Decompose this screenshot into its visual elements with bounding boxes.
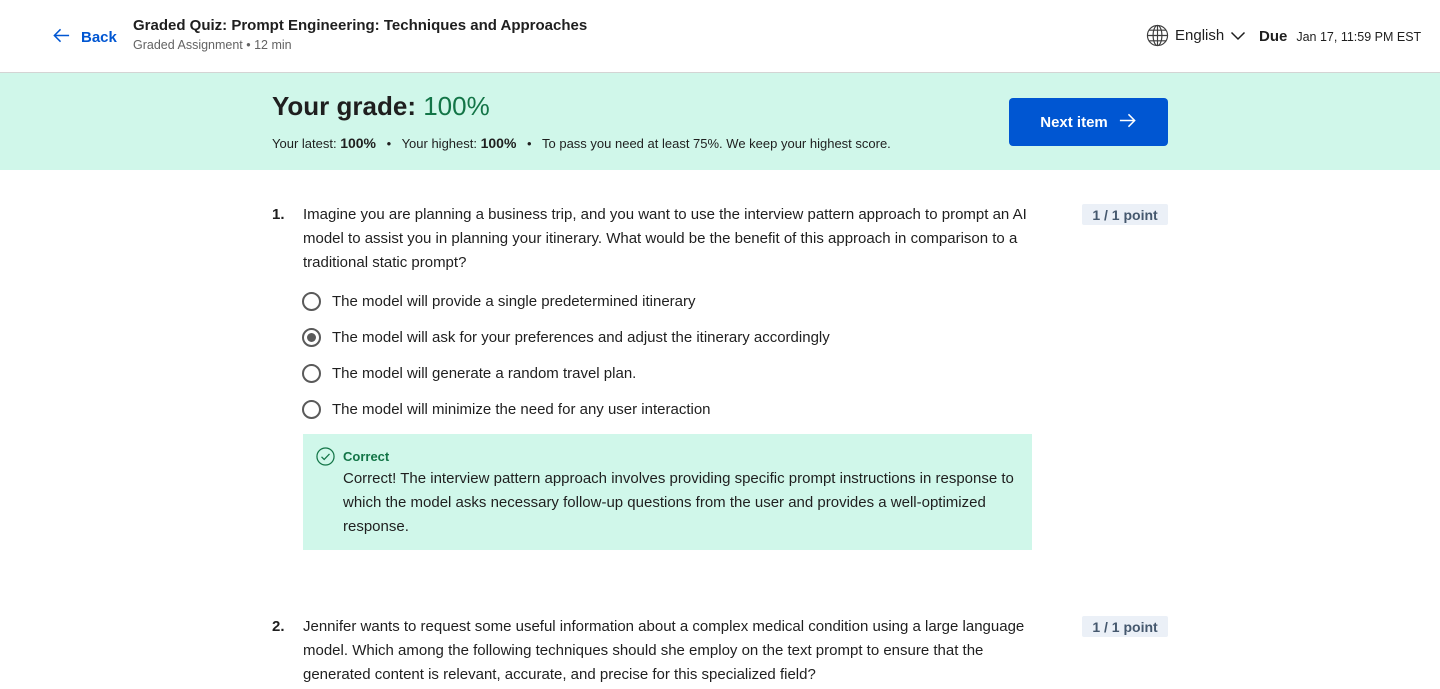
question-1-text: Imagine you are planning a business trip…: [303, 206, 1027, 271]
grade-meta: Your latest: 100% • Your highest: 100% •…: [272, 135, 891, 151]
next-item-button[interactable]: Next item: [1009, 98, 1168, 146]
next-item-label: Next item: [1040, 113, 1108, 131]
question-1-feedback: Correct Correct! The interview pattern a…: [303, 434, 1032, 550]
radio-button[interactable]: [302, 400, 321, 419]
feedback-text: Correct! The interview pattern approach …: [343, 470, 1014, 535]
radio-button-selected[interactable]: [302, 328, 321, 347]
radio-button[interactable]: [302, 292, 321, 311]
grade-heading: Your grade: 100%: [272, 91, 490, 122]
option-label: The model will ask for your preferences …: [332, 329, 830, 346]
question-1-option-3[interactable]: The model will generate a random travel …: [302, 364, 636, 383]
question-1-option-4[interactable]: The model will minimize the need for any…: [302, 400, 711, 419]
check-circle-icon: [316, 447, 335, 466]
question-1-option-2[interactable]: The model will ask for your preferences …: [302, 328, 830, 347]
back-button[interactable]: Back: [52, 26, 117, 49]
option-label: The model will minimize the need for any…: [332, 401, 711, 418]
globe-icon: [1146, 24, 1169, 47]
question-1-number: 1.: [272, 206, 285, 223]
question-1-points: 1 / 1 point: [1082, 204, 1168, 225]
quiz-title: Graded Quiz: Prompt Engineering: Techniq…: [133, 17, 588, 34]
latest-label: Your latest:: [272, 136, 341, 151]
question-2-number: 2.: [272, 618, 285, 635]
grade-label: Your grade:: [272, 91, 424, 121]
question-1-option-1[interactable]: The model will provide a single predeter…: [302, 292, 696, 311]
question-2-points: 1 / 1 point: [1082, 616, 1168, 637]
grade-value: 100%: [423, 91, 490, 121]
arrow-right-icon: [1118, 111, 1137, 134]
back-label: Back: [81, 29, 117, 46]
grade-banner: Your grade: 100% Your latest: 100% • You…: [0, 73, 1440, 170]
top-header: Back Graded Quiz: Prompt Engineering: Te…: [0, 0, 1440, 73]
language-selector[interactable]: English: [1146, 24, 1246, 47]
due-info: Due Jan 17, 11:59 PM EST: [1259, 28, 1421, 45]
latest-value: 100%: [340, 135, 376, 151]
language-label: English: [1175, 27, 1225, 44]
highest-label: Your highest:: [401, 136, 481, 151]
option-label: The model will provide a single predeter…: [332, 293, 696, 310]
quiz-subtitle: Graded Assignment • 12 min: [133, 38, 292, 52]
due-date: Jan 17, 11:59 PM EST: [1296, 30, 1422, 44]
chevron-down-icon: [1230, 31, 1246, 41]
question-2-text: Jennifer wants to request some useful in…: [303, 618, 1025, 683]
highest-value: 100%: [480, 135, 517, 151]
option-label: The model will generate a random travel …: [332, 365, 637, 382]
due-label: Due: [1259, 28, 1288, 45]
pass-note: To pass you need at least 75%. We keep y…: [542, 136, 891, 151]
arrow-left-icon: [52, 26, 71, 49]
title-block: Graded Quiz: Prompt Engineering: Techniq…: [133, 17, 587, 52]
feedback-title: Correct: [343, 449, 390, 464]
radio-button[interactable]: [302, 364, 321, 383]
